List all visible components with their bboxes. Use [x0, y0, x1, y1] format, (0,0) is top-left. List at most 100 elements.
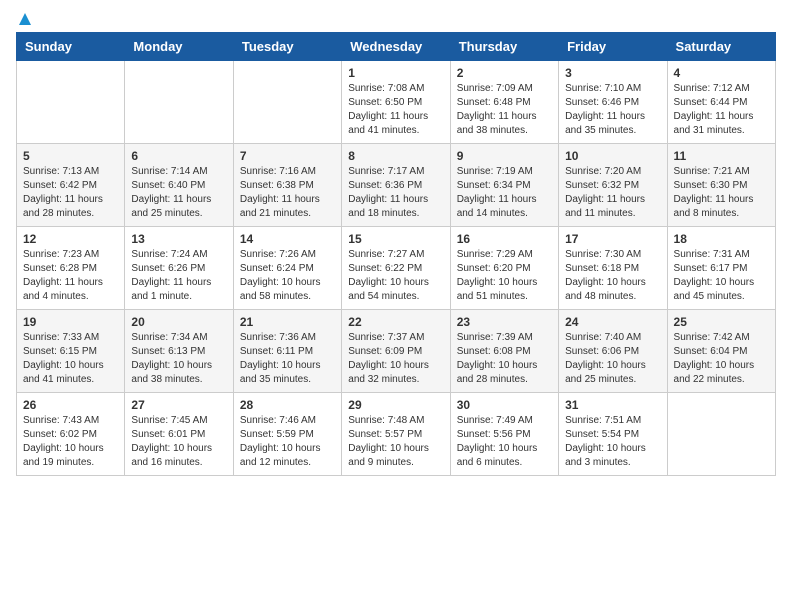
- calendar-day-cell: 7Sunrise: 7:16 AM Sunset: 6:38 PM Daylig…: [233, 144, 341, 227]
- calendar-week-row: 1 Sunrise: 7:08 AM Sunset: 6:50 PM Daylig…: [17, 61, 776, 144]
- calendar-day-cell: 14 Sunrise: 7:26 AM Sunset: 6:24 PM Dayli…: [233, 227, 341, 310]
- calendar-day-cell: [667, 393, 775, 476]
- day-info: Sunrise: 7:27 AM Sunset: 6:22 PM Dayligh…: [348, 248, 443, 304]
- day-info: Sunrise: 7:33 AM Sunset: 6:15 PM Dayligh…: [23, 331, 118, 387]
- day-info: Sunrise: 7:09 AM Sunset: 6:48 PM Dayligh…: [457, 82, 552, 138]
- day-info: Sunrise: 7:51 AM Sunset: 5:54 PM Dayligh…: [565, 414, 660, 470]
- calendar-day-cell: 3 Sunrise: 7:10 AM Sunset: 6:46 PM Daylig…: [559, 61, 667, 144]
- calendar-day-cell: 1 Sunrise: 7:08 AM Sunset: 6:50 PM Daylig…: [342, 61, 450, 144]
- day-info: Sunrise: 7:45 AM Sunset: 6:01 PM Dayligh…: [131, 414, 226, 470]
- day-number: 25: [674, 315, 769, 329]
- day-info: Sunrise: 7:21 AM Sunset: 6:30 PM Dayligh…: [674, 165, 769, 221]
- page-header: [16, 16, 776, 22]
- weekday-header: Monday: [125, 33, 233, 61]
- weekday-header: Sunday: [17, 33, 125, 61]
- day-number: 8: [348, 149, 443, 163]
- day-info: Sunrise: 7:12 AM Sunset: 6:44 PM Dayligh…: [674, 82, 769, 138]
- day-number: 21: [240, 315, 335, 329]
- weekday-header: Tuesday: [233, 33, 341, 61]
- day-info: Sunrise: 7:14 AM Sunset: 6:40 PM Dayligh…: [131, 165, 226, 221]
- day-number: 23: [457, 315, 552, 329]
- weekday-header: Thursday: [450, 33, 558, 61]
- calendar-day-cell: 29 Sunrise: 7:48 AM Sunset: 5:57 PM Dayli…: [342, 393, 450, 476]
- calendar-table: SundayMondayTuesdayWednesdayThursdayFrid…: [16, 32, 776, 476]
- day-number: 9: [457, 149, 552, 163]
- weekday-header: Friday: [559, 33, 667, 61]
- day-info: Sunrise: 7:08 AM Sunset: 6:50 PM Dayligh…: [348, 82, 443, 138]
- day-info: Sunrise: 7:13 AM Sunset: 6:42 PM Dayligh…: [23, 165, 118, 221]
- day-info: Sunrise: 7:39 AM Sunset: 6:08 PM Dayligh…: [457, 331, 552, 387]
- day-info: Sunrise: 7:30 AM Sunset: 6:18 PM Dayligh…: [565, 248, 660, 304]
- day-info: Sunrise: 7:42 AM Sunset: 6:04 PM Dayligh…: [674, 331, 769, 387]
- day-number: 6: [131, 149, 226, 163]
- day-info: Sunrise: 7:10 AM Sunset: 6:46 PM Dayligh…: [565, 82, 660, 138]
- calendar-day-cell: 15 Sunrise: 7:27 AM Sunset: 6:22 PM Dayli…: [342, 227, 450, 310]
- calendar-day-cell: 2Sunrise: 7:09 AM Sunset: 6:48 PM Daylig…: [450, 61, 558, 144]
- day-info: Sunrise: 7:34 AM Sunset: 6:13 PM Dayligh…: [131, 331, 226, 387]
- calendar-day-cell: 11 Sunrise: 7:21 AM Sunset: 6:30 PM Dayli…: [667, 144, 775, 227]
- day-number: 26: [23, 398, 118, 412]
- calendar-day-cell: 27 Sunrise: 7:45 AM Sunset: 6:01 PM Dayli…: [125, 393, 233, 476]
- calendar-header-row: SundayMondayTuesdayWednesdayThursdayFrid…: [17, 33, 776, 61]
- day-number: 24: [565, 315, 660, 329]
- day-info: Sunrise: 7:23 AM Sunset: 6:28 PM Dayligh…: [23, 248, 118, 304]
- day-info: Sunrise: 7:37 AM Sunset: 6:09 PM Dayligh…: [348, 331, 443, 387]
- day-info: Sunrise: 7:36 AM Sunset: 6:11 PM Dayligh…: [240, 331, 335, 387]
- day-number: 10: [565, 149, 660, 163]
- calendar-week-row: 5 Sunrise: 7:13 AM Sunset: 6:42 PM Daylig…: [17, 144, 776, 227]
- day-number: 5: [23, 149, 118, 163]
- calendar-day-cell: 24 Sunrise: 7:40 AM Sunset: 6:06 PM Dayli…: [559, 310, 667, 393]
- day-info: Sunrise: 7:40 AM Sunset: 6:06 PM Dayligh…: [565, 331, 660, 387]
- calendar-day-cell: 4Sunrise: 7:12 AM Sunset: 6:44 PM Daylig…: [667, 61, 775, 144]
- day-number: 13: [131, 232, 226, 246]
- day-number: 12: [23, 232, 118, 246]
- day-info: Sunrise: 7:46 AM Sunset: 5:59 PM Dayligh…: [240, 414, 335, 470]
- day-number: 7: [240, 149, 335, 163]
- day-number: 27: [131, 398, 226, 412]
- day-info: Sunrise: 7:48 AM Sunset: 5:57 PM Dayligh…: [348, 414, 443, 470]
- calendar-day-cell: [17, 61, 125, 144]
- day-number: 17: [565, 232, 660, 246]
- weekday-header: Wednesday: [342, 33, 450, 61]
- day-info: Sunrise: 7:20 AM Sunset: 6:32 PM Dayligh…: [565, 165, 660, 221]
- calendar-day-cell: 8 Sunrise: 7:17 AM Sunset: 6:36 PM Daylig…: [342, 144, 450, 227]
- calendar-day-cell: 26 Sunrise: 7:43 AM Sunset: 6:02 PM Dayli…: [17, 393, 125, 476]
- calendar-day-cell: 9 Sunrise: 7:19 AM Sunset: 6:34 PM Daylig…: [450, 144, 558, 227]
- calendar-day-cell: [125, 61, 233, 144]
- calendar-day-cell: 18Sunrise: 7:31 AM Sunset: 6:17 PM Dayli…: [667, 227, 775, 310]
- calendar-day-cell: 21 Sunrise: 7:36 AM Sunset: 6:11 PM Dayli…: [233, 310, 341, 393]
- calendar-day-cell: 20Sunrise: 7:34 AM Sunset: 6:13 PM Dayli…: [125, 310, 233, 393]
- day-number: 3: [565, 66, 660, 80]
- calendar-week-row: 19Sunrise: 7:33 AM Sunset: 6:15 PM Dayli…: [17, 310, 776, 393]
- calendar-day-cell: 12 Sunrise: 7:23 AM Sunset: 6:28 PM Dayli…: [17, 227, 125, 310]
- day-number: 14: [240, 232, 335, 246]
- day-number: 11: [674, 149, 769, 163]
- day-info: Sunrise: 7:43 AM Sunset: 6:02 PM Dayligh…: [23, 414, 118, 470]
- day-number: 15: [348, 232, 443, 246]
- calendar-day-cell: 23 Sunrise: 7:39 AM Sunset: 6:08 PM Dayli…: [450, 310, 558, 393]
- calendar-day-cell: [233, 61, 341, 144]
- day-number: 16: [457, 232, 552, 246]
- calendar-day-cell: 16Sunrise: 7:29 AM Sunset: 6:20 PM Dayli…: [450, 227, 558, 310]
- calendar-day-cell: 22 Sunrise: 7:37 AM Sunset: 6:09 PM Dayli…: [342, 310, 450, 393]
- calendar-week-row: 12 Sunrise: 7:23 AM Sunset: 6:28 PM Dayli…: [17, 227, 776, 310]
- calendar-day-cell: 10 Sunrise: 7:20 AM Sunset: 6:32 PM Dayli…: [559, 144, 667, 227]
- logo: [16, 16, 32, 22]
- day-number: 28: [240, 398, 335, 412]
- day-number: 1: [348, 66, 443, 80]
- calendar-day-cell: 13 Sunrise: 7:24 AM Sunset: 6:26 PM Dayli…: [125, 227, 233, 310]
- calendar-week-row: 26 Sunrise: 7:43 AM Sunset: 6:02 PM Dayli…: [17, 393, 776, 476]
- day-info: Sunrise: 7:49 AM Sunset: 5:56 PM Dayligh…: [457, 414, 552, 470]
- calendar-day-cell: 28 Sunrise: 7:46 AM Sunset: 5:59 PM Dayli…: [233, 393, 341, 476]
- day-number: 29: [348, 398, 443, 412]
- day-info: Sunrise: 7:26 AM Sunset: 6:24 PM Dayligh…: [240, 248, 335, 304]
- calendar-day-cell: 17 Sunrise: 7:30 AM Sunset: 6:18 PM Dayli…: [559, 227, 667, 310]
- day-info: Sunrise: 7:17 AM Sunset: 6:36 PM Dayligh…: [348, 165, 443, 221]
- calendar-day-cell: 6 Sunrise: 7:14 AM Sunset: 6:40 PM Daylig…: [125, 144, 233, 227]
- calendar-day-cell: 30 Sunrise: 7:49 AM Sunset: 5:56 PM Dayli…: [450, 393, 558, 476]
- day-info: Sunrise: 7:24 AM Sunset: 6:26 PM Dayligh…: [131, 248, 226, 304]
- day-number: 22: [348, 315, 443, 329]
- day-number: 30: [457, 398, 552, 412]
- day-number: 31: [565, 398, 660, 412]
- day-info: Sunrise: 7:19 AM Sunset: 6:34 PM Dayligh…: [457, 165, 552, 221]
